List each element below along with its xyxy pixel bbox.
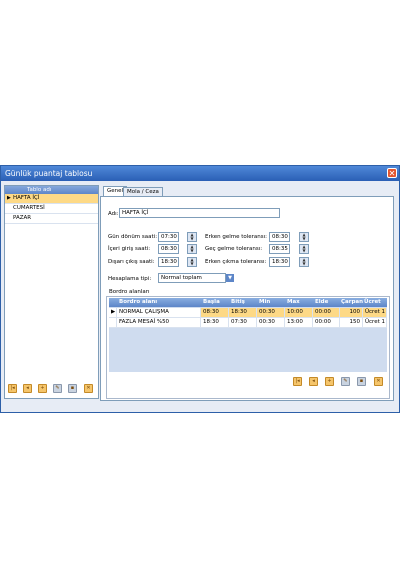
- cell-elde: 00:00: [313, 308, 340, 317]
- cell-multiplier: 100: [340, 308, 363, 317]
- chevron-down-icon[interactable]: ▼: [226, 274, 234, 282]
- list-item[interactable]: CUMARTESİ: [5, 204, 98, 214]
- cell-max: 13:00: [285, 318, 313, 327]
- col-header[interactable]: Bitiş: [229, 298, 256, 307]
- spin-updown-icon[interactable]: ▲ ▼: [187, 244, 197, 254]
- prev-icon[interactable]: ◂: [309, 377, 318, 386]
- late-in-tolerance-field[interactable]: 08:35: [269, 244, 290, 254]
- first-icon[interactable]: |◂: [8, 384, 17, 393]
- col-header[interactable]: Başla: [201, 298, 228, 307]
- cell-start: 08:30: [201, 308, 229, 317]
- cell-min: 00:30: [257, 308, 285, 317]
- first-icon[interactable]: |◂: [293, 377, 302, 386]
- table-row[interactable]: ▶ NORMAL ÇALIŞMA 08:30 18:30 00:30 10:00…: [109, 308, 387, 318]
- edit-icon[interactable]: ✎: [53, 384, 62, 393]
- col-header[interactable]: Elde: [313, 298, 340, 307]
- cell-max: 10:00: [285, 308, 313, 317]
- cell-end: 18:30: [229, 308, 257, 317]
- window-title: Günlük puantaj tablosu: [5, 169, 93, 178]
- day-change-field[interactable]: 07:30: [158, 232, 179, 242]
- col-header[interactable]: Min: [257, 298, 284, 307]
- spin-updown-icon[interactable]: ▲ ▼: [187, 232, 197, 242]
- spin-updown-icon[interactable]: ▲ ▼: [299, 257, 309, 267]
- cell-min: 00:30: [257, 318, 285, 327]
- cell-multiplier: 150: [340, 318, 363, 327]
- calc-type-select[interactable]: Normal toplam: [158, 273, 226, 283]
- list-item-label: PAZAR: [13, 215, 32, 221]
- table-row[interactable]: FAZLA MESAİ %50 18:30 07:30 00:30 13:00 …: [109, 318, 387, 328]
- edit-icon[interactable]: ✎: [341, 377, 350, 386]
- entry-time-field[interactable]: 08:30: [158, 244, 179, 254]
- delete-icon[interactable]: ✕: [84, 384, 93, 393]
- spin-updown-icon[interactable]: ▲ ▼: [299, 244, 309, 254]
- col-header[interactable]: Bordro alanı: [117, 298, 207, 307]
- table-list-header: Tablo adı: [5, 186, 98, 194]
- add-icon[interactable]: +: [325, 377, 334, 386]
- cell-name: FAZLA MESAİ %50: [117, 318, 201, 327]
- calc-type-label: Hesaplama tipi:: [108, 276, 152, 282]
- payroll-grid: Bordro alanı Başla Bitiş Min Max Elde Ça…: [109, 298, 387, 372]
- list-item[interactable]: ▶ HAFTA İÇİ: [5, 194, 98, 204]
- exit-time-label: Dışarı çıkış saati:: [108, 259, 155, 265]
- early-out-tolerance-label: Erken çıkma toleransı:: [205, 259, 267, 265]
- list-item[interactable]: PAZAR: [5, 214, 98, 224]
- early-in-tolerance-field[interactable]: 08:30: [269, 232, 290, 242]
- early-out-tolerance-field[interactable]: 18:30: [269, 257, 290, 267]
- entry-time-label: İçeri giriş saati:: [108, 246, 151, 252]
- cell-fee: Ücret 1: [363, 308, 387, 317]
- title-bar[interactable]: Günlük puantaj tablosu ✕: [1, 166, 399, 181]
- payroll-group-label: Bordro alanları: [108, 289, 151, 295]
- row-marker-cell: [109, 318, 117, 327]
- cell-end: 07:30: [229, 318, 257, 327]
- prev-icon[interactable]: ◂: [23, 384, 32, 393]
- add-icon[interactable]: +: [38, 384, 47, 393]
- cell-name: NORMAL ÇALIŞMA: [117, 308, 201, 317]
- name-label: Adı:: [108, 211, 119, 217]
- day-change-label: Gün dönüm saati:: [108, 234, 158, 240]
- name-field[interactable]: HAFTA İÇİ: [119, 208, 280, 218]
- list-item-label: CUMARTESİ: [13, 205, 45, 211]
- row-marker-icon: ▶: [7, 195, 11, 201]
- col-header[interactable]: Ücret: [363, 298, 387, 307]
- spin-updown-icon[interactable]: ▲ ▼: [187, 257, 197, 267]
- late-in-tolerance-label: Geç gelme toleransı:: [205, 246, 263, 252]
- close-icon[interactable]: ✕: [387, 168, 397, 178]
- save-icon[interactable]: ▪: [357, 377, 366, 386]
- cell-start: 18:30: [201, 318, 229, 327]
- col-header[interactable]: Çarpan: [340, 298, 363, 307]
- list-item-label: HAFTA İÇİ: [13, 195, 40, 201]
- row-marker-icon: ▶: [109, 308, 117, 317]
- table-list: Tablo adı ▶ HAFTA İÇİ CUMARTESİ PAZAR: [4, 185, 99, 399]
- cell-elde: 00:00: [313, 318, 340, 327]
- delete-icon[interactable]: ✕: [374, 377, 383, 386]
- col-header[interactable]: Max: [285, 298, 312, 307]
- save-icon[interactable]: ▪: [68, 384, 77, 393]
- spin-updown-icon[interactable]: ▲ ▼: [299, 232, 309, 242]
- cell-fee: Ücret 1: [363, 318, 387, 327]
- early-in-tolerance-label: Erken gelme toleransı:: [205, 234, 268, 240]
- exit-time-field[interactable]: 18:30: [158, 257, 179, 267]
